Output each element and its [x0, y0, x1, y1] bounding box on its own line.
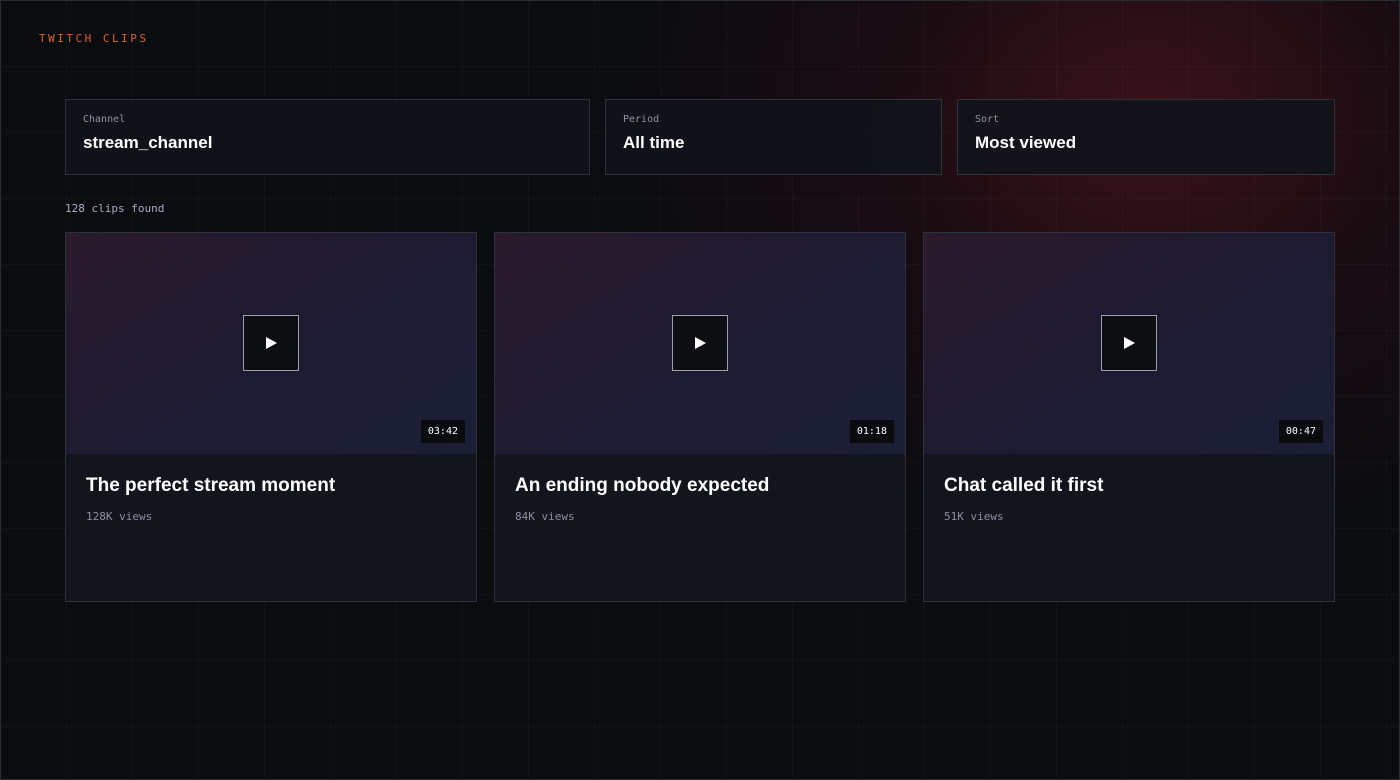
- channel-filter[interactable]: Channel stream_channel: [65, 99, 590, 175]
- play-button[interactable]: [243, 315, 299, 371]
- sort-filter[interactable]: Sort Most viewed: [957, 99, 1335, 175]
- clip-card[interactable]: 03:42 The perfect stream moment 128K vie…: [65, 232, 477, 602]
- clip-card[interactable]: 01:18 An ending nobody expected 84K view…: [494, 232, 906, 602]
- clip-duration: 03:42: [420, 420, 465, 443]
- period-filter[interactable]: Period All time: [605, 99, 942, 175]
- clip-thumbnail[interactable]: 03:42: [66, 233, 476, 454]
- clip-thumbnail[interactable]: 01:18: [495, 233, 905, 454]
- channel-filter-label: Channel: [83, 114, 126, 125]
- results-count: 128 clips found: [65, 202, 165, 215]
- play-button[interactable]: [672, 315, 728, 371]
- clip-duration: 00:47: [1278, 420, 1323, 443]
- clip-title[interactable]: Chat called it first: [944, 475, 1103, 497]
- clip-card[interactable]: 00:47 Chat called it first 51K views: [923, 232, 1335, 602]
- play-icon: [266, 337, 277, 349]
- period-filter-label: Period: [623, 114, 660, 125]
- sort-filter-label: Sort: [975, 114, 1000, 125]
- channel-filter-value: stream_channel: [83, 133, 213, 152]
- play-icon: [695, 337, 706, 349]
- period-filter-value: All time: [623, 133, 685, 152]
- brand-title: TWITCH CLIPS: [39, 32, 149, 45]
- clip-views: 84K views: [515, 510, 575, 523]
- play-button[interactable]: [1101, 315, 1157, 371]
- clip-duration: 01:18: [849, 420, 894, 443]
- page: TWITCH CLIPS Channel stream_channel Peri…: [0, 0, 1400, 780]
- play-icon: [1124, 337, 1135, 349]
- clip-views: 128K views: [86, 510, 153, 523]
- clip-views: 51K views: [944, 510, 1004, 523]
- clip-title[interactable]: An ending nobody expected: [515, 475, 769, 497]
- clip-thumbnail[interactable]: 00:47: [924, 233, 1334, 454]
- clip-title[interactable]: The perfect stream moment: [86, 475, 335, 497]
- sort-filter-value: Most viewed: [975, 133, 1077, 152]
